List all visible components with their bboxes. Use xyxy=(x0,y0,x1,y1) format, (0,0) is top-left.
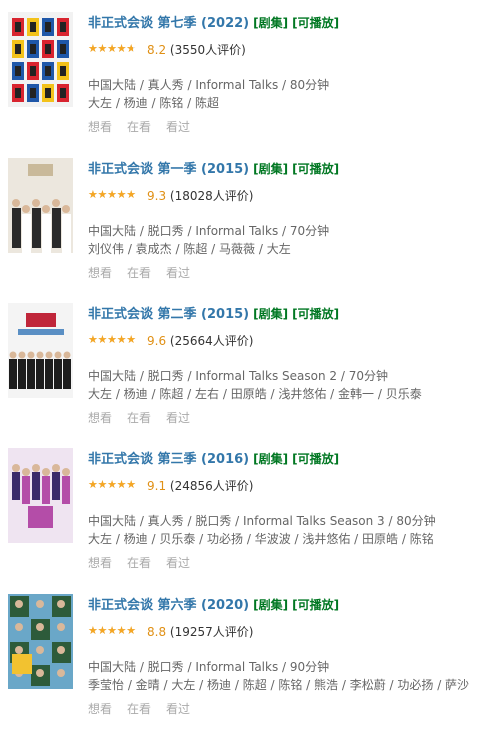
rating-stars-icon: ★★★★★ ★★★★★ xyxy=(88,478,143,491)
rating-stars-icon: ★★★★★ ★★★★★ xyxy=(88,188,143,201)
rating-stars-fill: ★★★★★ xyxy=(88,333,136,346)
poster-image[interactable] xyxy=(8,303,73,398)
rating-row: ★★★★★ ★★★★★ 9.3 (18028人评价) xyxy=(88,188,253,204)
rating-votes: (19257人评价) xyxy=(169,625,254,639)
poster-image[interactable] xyxy=(8,448,73,543)
item-title-line: 非正式会谈 第二季 (2015) [剧集] [可播放] xyxy=(88,305,339,324)
watching-button[interactable]: 在看 xyxy=(127,556,151,570)
item-title-link[interactable]: 非正式会谈 第七季 (2022) xyxy=(88,16,249,31)
item-actions: 想看 在看 看过 xyxy=(88,409,205,426)
watching-button[interactable]: 在看 xyxy=(127,266,151,280)
poster-image[interactable] xyxy=(8,158,73,253)
item-actions: 想看 在看 看过 xyxy=(88,264,205,281)
series-tag: [剧集] xyxy=(253,452,289,466)
item-actions: 想看 在看 看过 xyxy=(88,554,205,571)
item-title-line: 非正式会谈 第三季 (2016) [剧集] [可播放] xyxy=(88,450,339,469)
rating-row: ★★★★★ ★★★★★ 8.2 (3550人评价) xyxy=(88,42,246,58)
item-title-link[interactable]: 非正式会谈 第三季 (2016) xyxy=(88,452,249,467)
watched-button[interactable]: 看过 xyxy=(166,411,190,425)
rating-stars-icon: ★★★★★ ★★★★★ xyxy=(88,333,143,346)
watched-button[interactable]: 看过 xyxy=(166,702,190,716)
item-title-link[interactable]: 非正式会谈 第一季 (2015) xyxy=(88,162,249,177)
playable-tag[interactable]: [可播放] xyxy=(292,16,339,30)
want-to-watch-button[interactable]: 想看 xyxy=(88,120,112,134)
poster-image[interactable] xyxy=(8,594,73,689)
item-cast: 大左 / 杨迪 / 陈超 / 左右 / 田原皓 / 浅井悠佑 / 金韩一 / 贝… xyxy=(88,387,422,401)
item-meta: 中国大陆 / 脱口秀 / Informal Talks Season 2 / 7… xyxy=(88,369,388,383)
rating-row: ★★★★★ ★★★★★ 9.6 (25664人评价) xyxy=(88,333,253,349)
rating-stars-fill: ★★★★★ xyxy=(88,478,136,491)
list-item: 非正式会谈 第三季 (2016) [剧集] [可播放] ★★★★★ ★★★★★ 9.1… xyxy=(0,448,481,594)
rating-stars-fill: ★★★★★ xyxy=(88,188,136,201)
item-title-line: 非正式会谈 第一季 (2015) [剧集] [可播放] xyxy=(88,160,339,179)
item-meta: 中国大陆 / 真人秀 / 脱口秀 / Informal Talks Season… xyxy=(88,514,436,528)
item-meta: 中国大陆 / 脱口秀 / Informal Talks / 90分钟 xyxy=(88,660,330,674)
rating-score: 9.6 xyxy=(147,334,167,348)
watching-button[interactable]: 在看 xyxy=(127,411,151,425)
rating-stars-fill: ★★★★★ xyxy=(88,42,134,55)
poster-image[interactable] xyxy=(8,12,73,107)
rating-score: 8.8 xyxy=(147,625,167,639)
item-title-line: 非正式会谈 第七季 (2022) [剧集] [可播放] xyxy=(88,14,339,33)
want-to-watch-button[interactable]: 想看 xyxy=(88,266,112,280)
item-meta: 中国大陆 / 脱口秀 / Informal Talks / 70分钟 xyxy=(88,224,330,238)
rating-score: 9.1 xyxy=(147,479,167,493)
item-cast: 大左 / 杨迪 / 陈铭 / 陈超 xyxy=(88,96,220,110)
rating-stars-icon: ★★★★★ ★★★★★ xyxy=(88,42,136,55)
item-meta: 中国大陆 / 真人秀 / Informal Talks / 80分钟 xyxy=(88,78,330,92)
rating-stars-icon: ★★★★★ ★★★★★ xyxy=(88,624,136,637)
watching-button[interactable]: 在看 xyxy=(127,120,151,134)
rating-stars-fill: ★★★★★ xyxy=(88,624,136,637)
item-title-link[interactable]: 非正式会谈 第六季 (2020) xyxy=(88,598,249,613)
rating-votes: (3550人评价) xyxy=(169,43,246,57)
want-to-watch-button[interactable]: 想看 xyxy=(88,411,112,425)
series-tag: [剧集] xyxy=(253,307,289,321)
playable-tag[interactable]: [可播放] xyxy=(292,598,339,612)
want-to-watch-button[interactable]: 想看 xyxy=(88,556,112,570)
item-cast: 大左 / 杨迪 / 贝乐泰 / 功必扬 / 华波波 / 浅井悠佑 / 田原皓 /… xyxy=(88,532,434,546)
playable-tag[interactable]: [可播放] xyxy=(292,162,339,176)
item-cast: 刘仪伟 / 袁成杰 / 陈超 / 马薇薇 / 大左 xyxy=(88,242,291,256)
watched-button[interactable]: 看过 xyxy=(166,120,190,134)
watched-button[interactable]: 看过 xyxy=(166,556,190,570)
rating-row: ★★★★★ ★★★★★ 8.8 (19257人评价) xyxy=(88,624,253,640)
item-actions: 想看 在看 看过 xyxy=(88,118,205,135)
series-tag: [剧集] xyxy=(253,162,289,176)
list-item: 非正式会谈 第七季 (2022) [剧集] [可播放] ★★★★★ ★★★★★ 8.2… xyxy=(0,12,481,158)
playable-tag[interactable]: [可播放] xyxy=(292,307,339,321)
rating-votes: (25664人评价) xyxy=(169,334,254,348)
item-title-line: 非正式会谈 第六季 (2020) [剧集] [可播放] xyxy=(88,596,339,615)
rating-votes: (24856人评价) xyxy=(169,479,254,493)
item-cast: 季莹怡 / 金晴 / 大左 / 杨迪 / 陈超 / 陈铭 / 熊浩 / 李松蔚 … xyxy=(88,678,470,692)
item-title-link[interactable]: 非正式会谈 第二季 (2015) xyxy=(88,307,249,322)
rating-score: 8.2 xyxy=(147,43,167,57)
list-item: 非正式会谈 第六季 (2020) [剧集] [可播放] ★★★★★ ★★★★★ 8.8… xyxy=(0,594,481,740)
list-item: 非正式会谈 第一季 (2015) [剧集] [可播放] ★★★★★ ★★★★★ 9.3… xyxy=(0,158,481,304)
series-tag: [剧集] xyxy=(253,16,289,30)
item-actions: 想看 在看 看过 xyxy=(88,700,205,717)
rating-votes: (18028人评价) xyxy=(169,189,254,203)
watching-button[interactable]: 在看 xyxy=(127,702,151,716)
playable-tag[interactable]: [可播放] xyxy=(292,452,339,466)
rating-score: 9.3 xyxy=(147,189,167,203)
want-to-watch-button[interactable]: 想看 xyxy=(88,702,112,716)
watched-button[interactable]: 看过 xyxy=(166,266,190,280)
rating-row: ★★★★★ ★★★★★ 9.1 (24856人评价) xyxy=(88,478,253,494)
series-tag: [剧集] xyxy=(253,598,289,612)
list-item: 非正式会谈 第二季 (2015) [剧集] [可播放] ★★★★★ ★★★★★ 9.6… xyxy=(0,303,481,449)
